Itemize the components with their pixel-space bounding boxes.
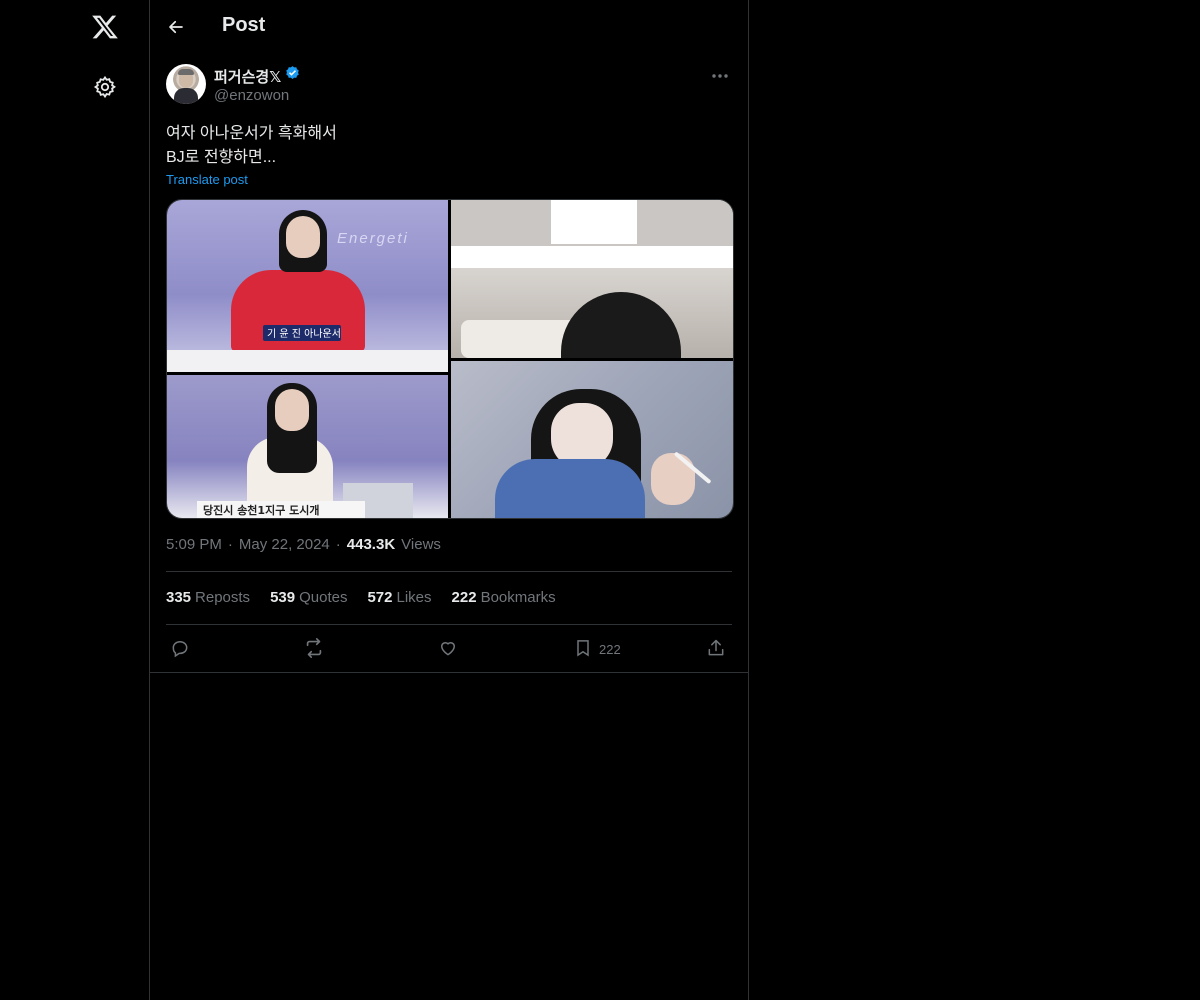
page-title: Post — [222, 14, 266, 36]
like-button[interactable] — [438, 637, 458, 661]
gear-icon[interactable] — [84, 66, 126, 108]
media-grid: Energeti 기 윤 진 아나운서 당진시 송천1지구 도시개 — [166, 199, 734, 519]
repost-icon — [303, 637, 325, 662]
heart-icon — [438, 638, 458, 661]
bookmark-icon — [573, 638, 593, 661]
bookmark-button[interactable]: 222 — [573, 637, 621, 661]
share-icon — [706, 638, 726, 661]
likes-stat[interactable]: 572 Likes — [367, 589, 431, 606]
display-name[interactable]: 퍼거슨경𝕏 — [214, 66, 281, 87]
main-column: Post 퍼거슨경𝕏 @enzowon 여자 아나운서가 흑화해서 BJ로 전향… — [150, 0, 749, 1000]
bookmarks-stat[interactable]: 222 Bookmarks — [452, 589, 556, 606]
verified-badge-icon — [284, 65, 301, 87]
divider — [150, 672, 748, 673]
bookmark-count: 222 — [599, 641, 621, 657]
media-image-3[interactable]: 당진시 송천1지구 도시개 — [167, 375, 448, 518]
meta-dot: · — [335, 536, 341, 553]
post-stats: 335 Reposts 539 Quotes 572 Likes 222 Bookmar… — [166, 589, 556, 606]
repost-button[interactable] — [303, 637, 325, 661]
more-options-icon[interactable] — [708, 64, 732, 88]
nameplate-text: 기 윤 진 아나운서 — [267, 329, 341, 340]
share-button[interactable] — [706, 637, 726, 661]
author-name-row: 퍼거슨경𝕏 — [214, 65, 301, 87]
post-text: 여자 아나운서가 흑화해서 BJ로 전향하면... — [166, 125, 337, 166]
media-image-2[interactable] — [451, 200, 733, 358]
reposts-stat[interactable]: 335 Reposts — [166, 589, 250, 606]
views-label: Views — [401, 536, 441, 553]
handle[interactable]: @enzowon — [214, 87, 289, 104]
reply-button[interactable] — [170, 637, 190, 661]
left-nav — [0, 0, 150, 1000]
divider — [166, 571, 732, 572]
views-count: 443.3K — [346, 536, 396, 553]
post-time[interactable]: 5:09 PM — [166, 536, 222, 553]
translate-post-link[interactable]: Translate post — [166, 172, 248, 187]
ticker-text: 당진시 송천1지구 도시개 — [203, 504, 320, 517]
avatar[interactable] — [166, 64, 206, 104]
post-meta: 5:09 PM · May 22, 2024 · 443.3K Views — [166, 536, 441, 553]
post-date[interactable]: May 22, 2024 — [239, 536, 330, 553]
x-logo-icon[interactable] — [84, 6, 126, 48]
media-image-1[interactable]: Energeti 기 윤 진 아나운서 — [167, 200, 448, 372]
reply-icon — [170, 638, 190, 661]
action-bar: 222 — [166, 637, 732, 661]
quotes-stat[interactable]: 539 Quotes — [270, 589, 347, 606]
meta-dot: · — [227, 536, 233, 553]
top-bar: Post — [150, 0, 748, 54]
overlay-brand-text: Energeti — [337, 230, 409, 247]
divider — [166, 624, 732, 625]
back-arrow-icon[interactable] — [162, 13, 190, 41]
media-image-4[interactable] — [451, 361, 733, 518]
